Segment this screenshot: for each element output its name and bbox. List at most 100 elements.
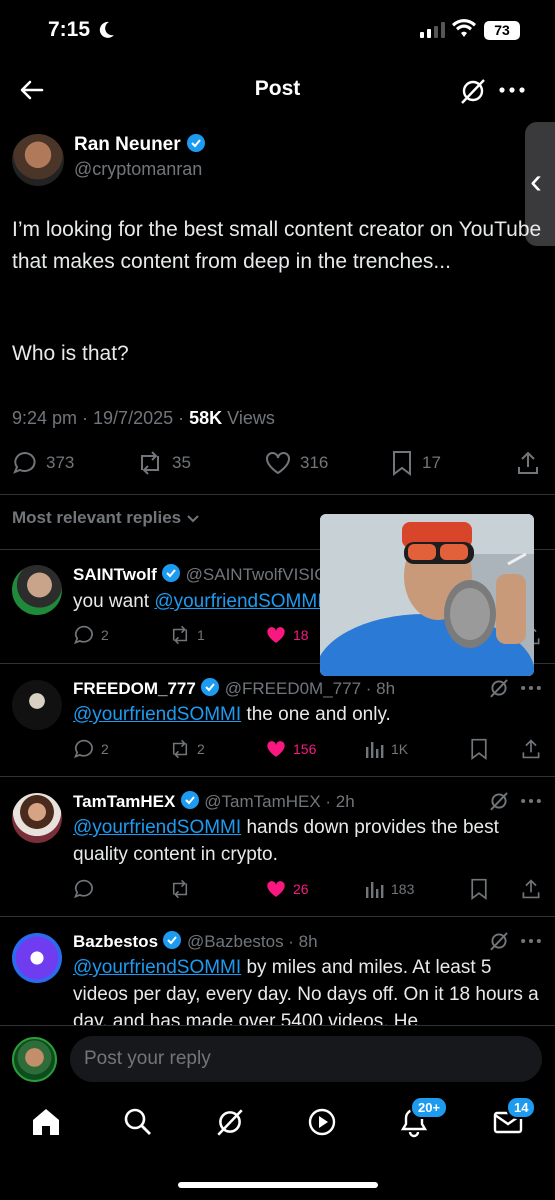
reply-icon [74,625,93,645]
reply-actions: 2 2 156 1K [73,738,408,760]
author-handle[interactable]: @cryptomanran [74,159,202,180]
more-options-icon[interactable] [520,677,542,699]
reply-button[interactable]: 2 [73,738,169,760]
wifi-icon [452,19,476,39]
reply-handle[interactable]: @TamTamHEX · 2h [204,792,354,811]
status-time: 7:15 [48,18,91,41]
nav-notifications[interactable]: 20+ [398,1096,449,1138]
mention-link[interactable]: @yourfriendSOMMI [73,704,241,725]
repost-button[interactable]: 2 [169,738,265,760]
more-options-icon[interactable] [520,790,542,812]
user-avatar[interactable] [12,1037,57,1082]
reply-text: @yourfriendSOMMI the one and only. [73,704,391,725]
nav-search[interactable] [122,1106,154,1138]
reply-handle[interactable]: @Bazbestos · 8h [187,932,318,951]
reply-header: Bazbestos @Bazbestos · 8h [73,930,318,952]
bookmark-count: 17 [422,453,441,472]
avatar[interactable] [12,933,62,983]
heart-filled-icon [267,627,285,643]
verified-badge-icon [163,931,182,949]
grok-icon[interactable] [458,76,488,106]
post-text: I’m looking for the best small content c… [12,218,542,273]
play-circle-icon [308,1108,336,1136]
reply-input[interactable]: Post your reply [70,1036,542,1082]
post-timestamp: 9:24 pm · 19/7/2025 · [12,408,190,428]
video-frame-image [320,514,534,676]
more-options-icon[interactable] [520,930,542,952]
signal-icon [420,22,446,38]
nav-video[interactable] [306,1106,338,1138]
reply-icon [74,739,93,759]
views-button[interactable]: 1K [365,739,408,759]
nav-grok[interactable] [214,1106,246,1138]
repost-button[interactable]: 1 [169,624,265,646]
reply-button[interactable] [73,878,169,900]
more-options-icon[interactable] [498,78,526,102]
share-button[interactable] [520,878,542,900]
mention-link[interactable]: @yourfriendSOMMI [73,957,241,978]
nav-home[interactable] [30,1106,62,1138]
bookmark-button[interactable] [468,738,490,760]
nav-messages[interactable]: 14 [492,1096,537,1138]
reply-button[interactable]: 373 [12,450,74,476]
reply-header: TamTamHEX @TamTamHEX · 2h [73,790,355,812]
divider [0,494,555,495]
notifications-badge: 20+ [410,1096,449,1119]
post-text-2: Who is that? [12,342,129,365]
like-button[interactable]: 18 [265,624,309,646]
bookmark-button[interactable] [468,878,490,900]
repost-icon [141,451,159,475]
share-button[interactable] [520,738,542,760]
battery-indicator: 73 [484,21,520,40]
mention-link[interactable]: @yourfriendSOMMI [73,817,241,838]
reply-author-name[interactable]: Bazbestos [73,932,158,951]
grok-icon[interactable] [488,677,510,699]
author-name-row[interactable]: Ran Neuner [74,133,206,156]
views-button[interactable]: 183 [365,879,414,899]
avatar[interactable] [12,793,62,843]
like-button[interactable]: 316 [264,450,328,476]
author-name: Ran Neuner [74,134,181,155]
like-button[interactable]: 26 [265,878,365,900]
verified-badge-icon [162,564,181,582]
verified-badge-icon [180,791,199,809]
share-icon [518,451,538,474]
replies-sort-dropdown[interactable]: Most relevant replies [12,508,200,528]
bookmark-button[interactable]: 17 [390,450,441,476]
analytics-icon [366,742,384,758]
share-icon [522,739,540,759]
reply-author-name[interactable]: SAINTwolf [73,565,157,584]
moon-icon [96,20,116,40]
analytics-icon [366,882,384,898]
reply-button[interactable]: 2 [73,624,169,646]
avatar[interactable] [12,565,62,615]
picture-in-picture-video[interactable] [320,514,534,676]
bookmark-icon [471,878,487,900]
repost-count: 35 [172,453,191,472]
reply-author-name[interactable]: TamTamHEX [73,792,175,811]
author-avatar[interactable] [12,134,64,186]
repost-button[interactable]: 35 [136,450,191,476]
search-icon [124,1108,151,1135]
share-button[interactable] [516,450,540,476]
chevron-left-icon[interactable]: ‹ [530,160,542,202]
grok-icon[interactable] [488,930,510,952]
repost-icon [172,625,188,645]
mention-link[interactable]: @yourfriendSOMMI [154,591,322,612]
avatar[interactable] [12,680,62,730]
reply-actions: 26 183 [73,878,414,900]
reply-text: @yourfriendSOMMI by miles and miles. At … [73,957,539,1025]
repost-icon [172,739,188,759]
reply-text: @yourfriendSOMMI hands down provides the… [73,817,499,865]
heart-filled-icon [267,741,285,757]
grok-icon [217,1109,243,1136]
verified-badge-icon [201,678,220,696]
like-button[interactable]: 156 [265,738,365,760]
grok-icon[interactable] [488,790,510,812]
repost-button[interactable] [169,878,265,900]
reply-handle[interactable]: @FREED0M_777 · 8h [225,679,395,698]
views-count: 58K [189,408,223,428]
reply-author-name[interactable]: FREEDOM_777 [73,679,196,698]
reply-icon [74,879,93,899]
divider [0,916,555,917]
